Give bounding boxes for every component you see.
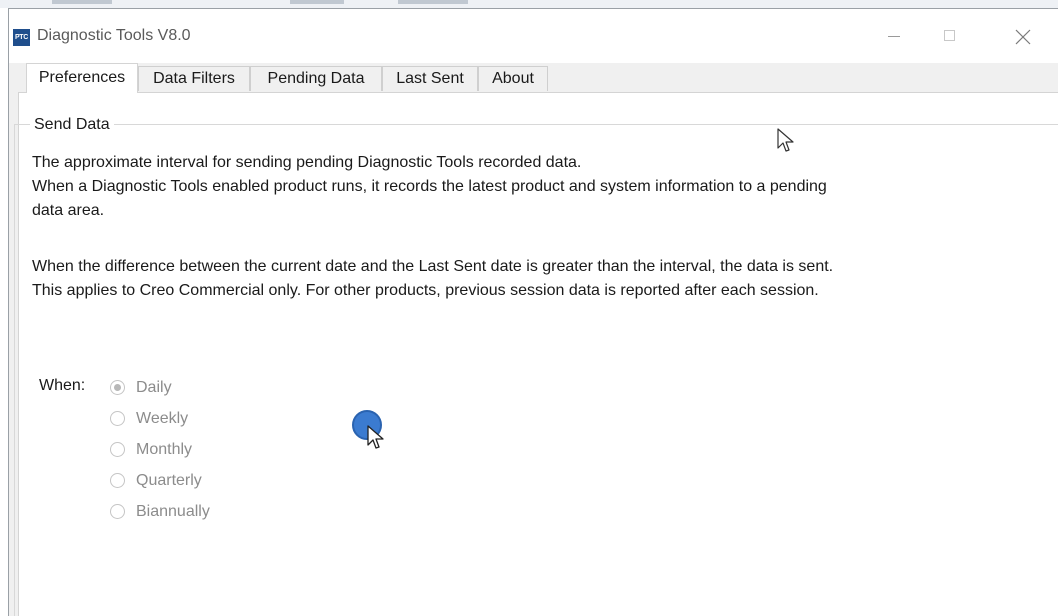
radio-label: Monthly — [136, 441, 193, 458]
description-line: data area. — [32, 202, 105, 219]
when-label: When: — [39, 377, 86, 394]
close-button[interactable] — [1003, 19, 1049, 53]
close-icon — [1015, 29, 1031, 45]
radio-circle — [110, 380, 125, 395]
description-line: The approximate interval for sending pen… — [32, 154, 582, 171]
maximize-icon — [944, 30, 955, 41]
radio-label: Weekly — [136, 410, 189, 427]
description-line: This applies to Creo Commercial only. Fo… — [32, 282, 819, 299]
description-line: When a Diagnostic Tools enabled product … — [32, 178, 827, 195]
radio-label: Biannually — [136, 503, 210, 520]
tab-preferences[interactable]: Preferences — [26, 63, 138, 93]
maximize-button[interactable] — [927, 19, 973, 53]
minimize-icon — [888, 36, 900, 37]
background-fragment — [290, 0, 344, 4]
description-line: When the difference between the current … — [32, 258, 834, 275]
title-bar[interactable]: PTC Diagnostic Tools V8.0 — [9, 9, 1058, 63]
tab-about[interactable]: About — [478, 66, 548, 91]
minimize-button[interactable] — [871, 19, 917, 53]
radio-circle — [110, 504, 125, 519]
background-fragment — [52, 0, 112, 4]
background-window-strip — [0, 0, 1058, 8]
radio-label: Quarterly — [136, 472, 202, 489]
window-title: Diagnostic Tools V8.0 — [37, 27, 191, 44]
tab-last-sent[interactable]: Last Sent — [382, 66, 478, 91]
background-fragment — [398, 0, 468, 4]
radio-label: Daily — [136, 379, 172, 396]
radio-circle — [110, 442, 125, 457]
mouse-pointer-icon — [367, 425, 384, 449]
send-data-legend: Send Data — [30, 115, 114, 135]
mouse-pointer-icon — [777, 128, 794, 152]
radio-circle — [110, 473, 125, 488]
tab-data-filters[interactable]: Data Filters — [138, 66, 250, 91]
ptc-logo-icon: PTC — [13, 29, 30, 46]
tab-pending-data[interactable]: Pending Data — [250, 66, 382, 91]
radio-circle — [110, 411, 125, 426]
radio-selected-dot — [114, 384, 121, 391]
